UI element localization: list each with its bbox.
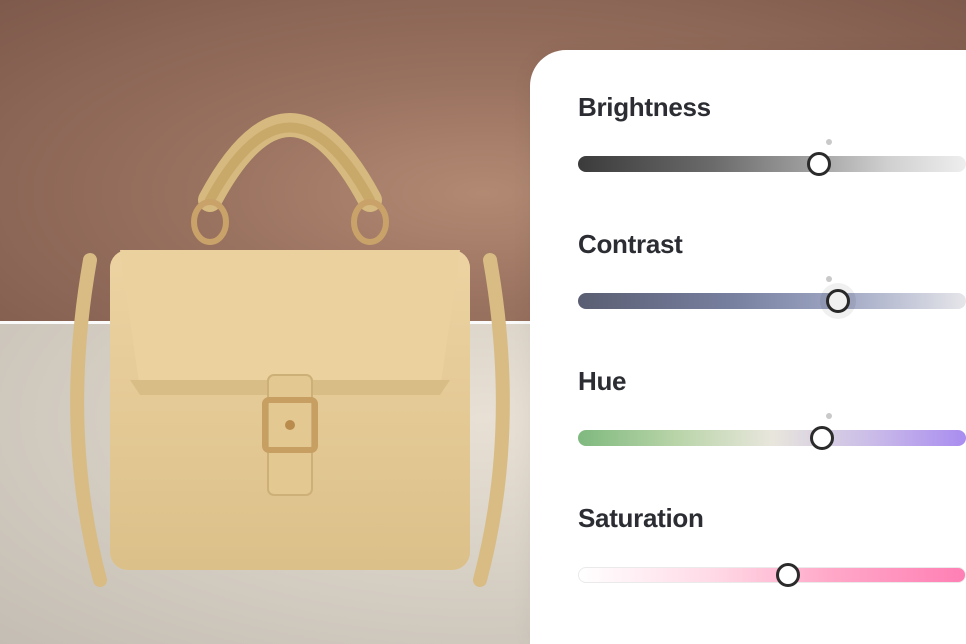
- contrast-label: Contrast: [578, 229, 966, 260]
- brightness-track[interactable]: [578, 156, 966, 172]
- adjustments-panel: Brightness Contrast Hue Saturation: [530, 50, 966, 644]
- contrast-thumb[interactable]: [826, 289, 850, 313]
- saturation-control: Saturation: [578, 503, 966, 586]
- contrast-slider[interactable]: [578, 290, 966, 312]
- contrast-track[interactable]: [578, 293, 966, 309]
- brightness-slider[interactable]: [578, 153, 966, 175]
- brightness-reset-marker[interactable]: [826, 139, 832, 145]
- saturation-label: Saturation: [578, 503, 966, 534]
- contrast-reset-marker[interactable]: [826, 276, 832, 282]
- hue-thumb[interactable]: [810, 426, 834, 450]
- hue-reset-marker[interactable]: [826, 413, 832, 419]
- saturation-thumb[interactable]: [776, 563, 800, 587]
- brightness-thumb[interactable]: [807, 152, 831, 176]
- hue-label: Hue: [578, 366, 966, 397]
- hue-control: Hue: [578, 366, 966, 449]
- brightness-control: Brightness: [578, 92, 966, 175]
- contrast-control: Contrast: [578, 229, 966, 312]
- saturation-slider[interactable]: [578, 564, 966, 586]
- hue-slider[interactable]: [578, 427, 966, 449]
- saturation-track[interactable]: [578, 567, 966, 583]
- hue-track[interactable]: [578, 430, 966, 446]
- brightness-label: Brightness: [578, 92, 966, 123]
